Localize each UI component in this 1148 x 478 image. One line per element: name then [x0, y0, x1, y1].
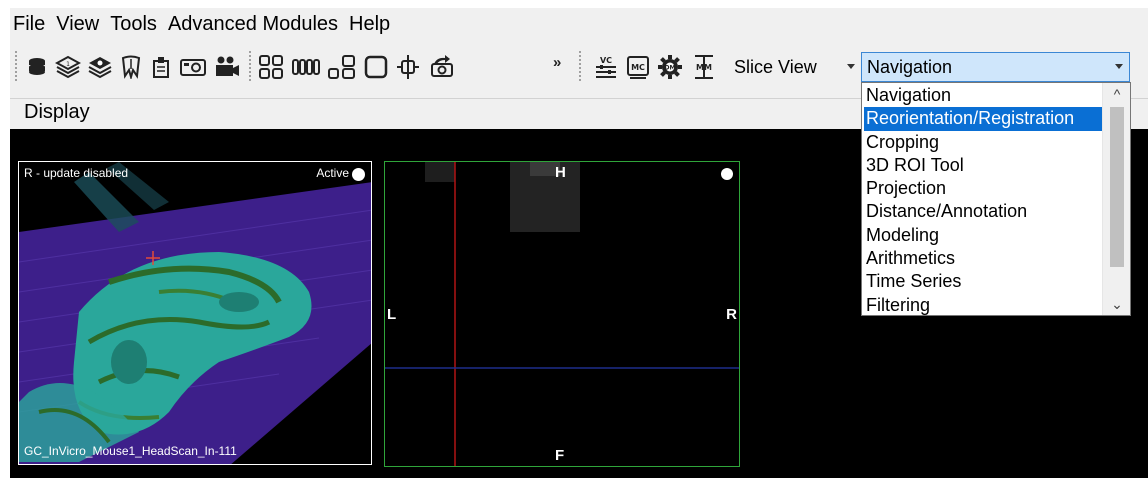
menu-advanced-modules[interactable]: Advanced Modules	[167, 8, 346, 40]
dropdown-item-filtering[interactable]: Filtering	[862, 294, 1102, 317]
vc-icon[interactable]: VC	[592, 52, 620, 82]
dropdown-scrollbar[interactable]: ^ ⌄	[1102, 83, 1130, 315]
svg-text:VC: VC	[600, 56, 612, 65]
module-dropdown-list[interactable]: Navigation Reorientation/Registration Cr…	[861, 82, 1131, 316]
dropdown-item-distance-annotation[interactable]: Distance/Annotation	[862, 200, 1102, 223]
scroll-thumb[interactable]	[1110, 107, 1124, 267]
toolbar-grip[interactable]	[248, 50, 252, 82]
slice-image	[385, 162, 739, 466]
toolbar-grip[interactable]	[14, 50, 18, 82]
column-layout-icon[interactable]	[290, 52, 322, 82]
dropdown-item-modeling[interactable]: Modeling	[862, 224, 1102, 247]
chevron-down-icon	[1115, 64, 1123, 69]
gear-icon[interactable]: DM	[656, 52, 684, 82]
dropdown-item-navigation[interactable]: Navigation	[862, 84, 1102, 107]
orientation-top-label: H	[555, 164, 566, 181]
mc-icon[interactable]: MC	[624, 52, 652, 82]
active-indicator-icon[interactable]	[352, 168, 365, 181]
scroll-up-icon[interactable]: ^	[1103, 83, 1131, 105]
orientation-right-label: R	[726, 306, 737, 323]
menu-file[interactable]: File	[12, 8, 53, 40]
document-clip-icon[interactable]	[148, 52, 174, 82]
layers-1-icon[interactable]: 1	[54, 52, 82, 82]
module-select-value: Navigation	[867, 56, 953, 77]
chevron-down-icon	[847, 64, 855, 69]
video-camera-icon[interactable]	[212, 52, 242, 82]
toolbar-grip[interactable]	[578, 50, 582, 82]
dataset-name: GC_InVicro_Mouse1_HeadScan_In-111	[24, 444, 237, 458]
menu-help[interactable]: Help	[348, 8, 398, 40]
single-view-icon[interactable]	[362, 52, 390, 82]
dropdown-item-3d-roi-tool[interactable]: 3D ROI Tool	[862, 154, 1102, 177]
scroll-down-icon[interactable]: ⌄	[1103, 293, 1131, 315]
display-label: Display	[24, 101, 90, 123]
slice-2d-view[interactable]: H L R F	[384, 161, 740, 467]
svg-text:MM: MM	[696, 63, 712, 72]
orientation-left-label: L	[387, 306, 397, 323]
mm-icon[interactable]: MM	[690, 52, 718, 82]
mixed-layout-icon[interactable]	[326, 52, 358, 82]
svg-text:MC: MC	[631, 63, 645, 72]
menu-tools[interactable]: Tools	[109, 8, 165, 40]
orientation-bottom-label: F	[555, 447, 565, 464]
toolbar-overflow-button[interactable]: »	[553, 54, 561, 71]
tooth-icon[interactable]	[118, 52, 144, 82]
camera-icon[interactable]	[178, 52, 208, 82]
active-indicator-icon[interactable]	[721, 168, 733, 180]
active-label: Active	[316, 166, 349, 180]
slice-view-value: Slice View	[734, 56, 817, 77]
crosshair-icon[interactable]	[394, 52, 422, 82]
snapshot-icon[interactable]	[426, 52, 458, 82]
dropdown-items: Navigation Reorientation/Registration Cr…	[862, 84, 1102, 317]
dropdown-item-projection[interactable]: Projection	[862, 177, 1102, 200]
database-icon[interactable]	[24, 52, 50, 82]
grid-4-icon[interactable]	[256, 52, 286, 82]
dropdown-item-cropping[interactable]: Cropping	[862, 131, 1102, 154]
slice-view-select[interactable]: Slice View	[728, 52, 862, 82]
dropdown-item-time-series[interactable]: Time Series	[862, 270, 1102, 293]
layers-2-icon[interactable]	[86, 52, 114, 82]
svg-text:DM: DM	[665, 65, 676, 72]
module-select[interactable]: Navigation	[861, 52, 1130, 82]
dropdown-item-arithmetics[interactable]: Arithmetics	[862, 247, 1102, 270]
menu-bar: File View Tools Advanced Modules Help	[10, 8, 1148, 40]
svg-text:1: 1	[66, 61, 70, 68]
volume-render-image	[19, 162, 371, 464]
dropdown-item-reorientation-registration[interactable]: Reorientation/Registration	[864, 107, 1102, 131]
view-status-text: R - update disabled	[24, 166, 129, 180]
menu-view[interactable]: View	[55, 8, 107, 40]
volume-3d-view[interactable]: R - update disabled Active GC_InVicro_Mo…	[18, 161, 372, 465]
